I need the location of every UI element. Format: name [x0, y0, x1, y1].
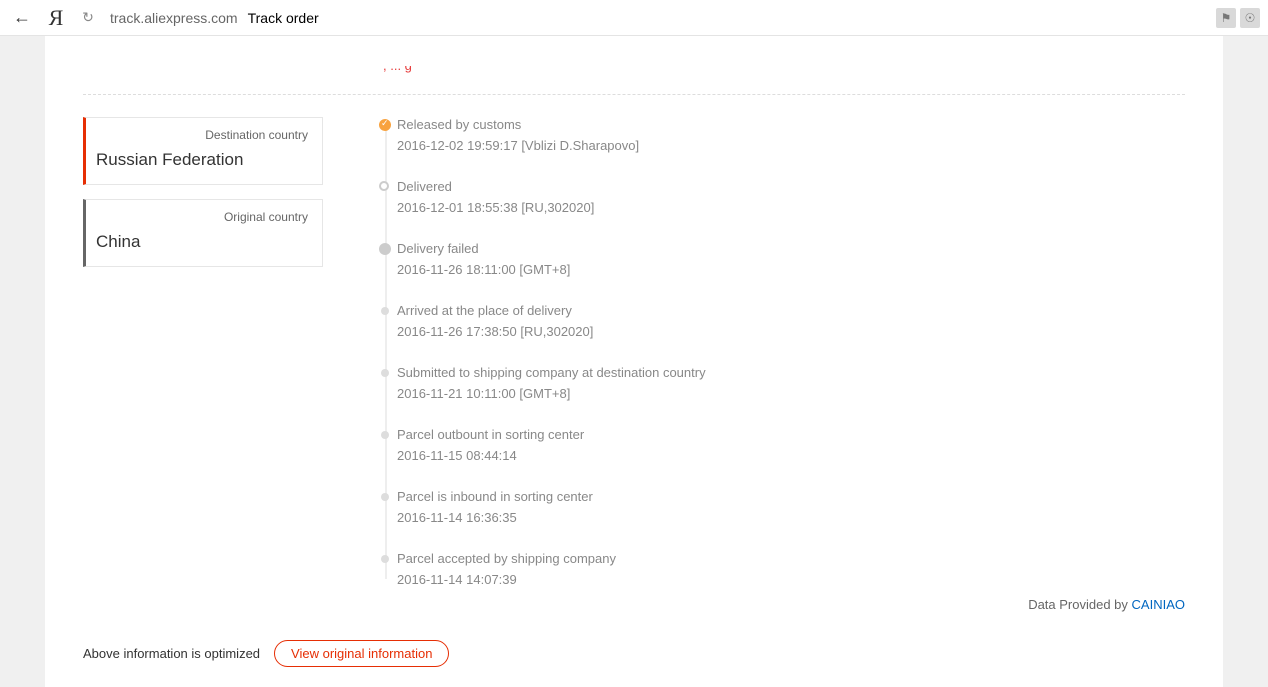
timeline-item: Delivery failed 2016-11-26 18:11:00 [GMT+…	[397, 241, 1185, 277]
yandex-logo-icon[interactable]: Я	[42, 5, 70, 31]
flag-icon[interactable]: ⚑	[1216, 8, 1236, 28]
timeline-dot-icon	[379, 181, 389, 191]
timeline-event-title: Parcel accepted by shipping company	[397, 551, 1185, 566]
timeline-event-time: 2016-11-14 14:07:39	[397, 572, 1185, 587]
browser-right-icons: ⚑ ☉	[1216, 8, 1260, 28]
timeline-event-time: 2016-11-26 18:11:00 [GMT+8]	[397, 262, 1185, 277]
original-country-card[interactable]: Original country China	[83, 199, 323, 267]
timeline-event-title: Arrived at the place of delivery	[397, 303, 1185, 318]
timeline-event-time: 2016-11-14 16:36:35	[397, 510, 1185, 525]
timeline-event-title: Submitted to shipping company at destina…	[397, 365, 1185, 380]
timeline-dot-icon	[379, 119, 391, 131]
destination-country-value: Russian Federation	[96, 150, 308, 170]
timeline-item: Released by customs 2016-12-02 19:59:17 […	[397, 117, 1185, 153]
cainiao-link[interactable]: CAINIAO	[1132, 597, 1185, 612]
timeline-item: Parcel accepted by shipping company 2016-…	[397, 551, 1185, 587]
address-bar[interactable]: track.aliexpress.com Track order	[110, 10, 319, 26]
timeline-dot-icon	[381, 555, 389, 563]
timeline-event-time: 2016-11-26 17:38:50 [RU,302020]	[397, 324, 1185, 339]
timeline-dot-icon	[381, 493, 389, 501]
timeline-event-time: 2016-12-02 19:59:17 [Vblizi D.Sharapovo]	[397, 138, 1185, 153]
timeline-event-title: Delivery failed	[397, 241, 1185, 256]
destination-country-card[interactable]: Destination country Russian Federation	[83, 117, 323, 185]
page-title: Track order	[248, 10, 319, 26]
browser-bar: ← Я ↻ track.aliexpress.com Track order ⚑…	[0, 0, 1268, 36]
view-original-button[interactable]: View original information	[274, 640, 449, 667]
timeline-item: Delivered 2016-12-01 18:55:38 [RU,302020]	[397, 179, 1185, 215]
shipment-timeline: Released by customs 2016-12-02 19:59:17 […	[379, 117, 1185, 587]
footer-row: Above information is optimized View orig…	[83, 640, 1185, 667]
timeline-column: Released by customs 2016-12-02 19:59:17 […	[323, 117, 1185, 612]
page-panel: , ... g Destination country Russian Fede…	[45, 36, 1223, 687]
globe-icon[interactable]: ☉	[1240, 8, 1260, 28]
timeline-item: Parcel is inbound in sorting center 2016-…	[397, 489, 1185, 525]
destination-country-label: Destination country	[96, 128, 308, 142]
cutoff-text: , ... g	[383, 66, 1185, 76]
reload-icon[interactable]: ↻	[76, 9, 100, 26]
original-country-value: China	[96, 232, 308, 252]
timeline-event-title: Delivered	[397, 179, 1185, 194]
timeline-event-title: Parcel is inbound in sorting center	[397, 489, 1185, 504]
timeline-dot-icon	[381, 307, 389, 315]
timeline-dot-icon	[381, 369, 389, 377]
timeline-item: Submitted to shipping company at destina…	[397, 365, 1185, 401]
back-icon[interactable]: ←	[8, 7, 36, 28]
country-column: Destination country Russian Federation O…	[83, 117, 323, 281]
timeline-event-time: 2016-11-15 08:44:14	[397, 448, 1185, 463]
data-provided-text: Data Provided by	[1028, 597, 1131, 612]
timeline-item: Parcel outbount in sorting center 2016-11…	[397, 427, 1185, 463]
timeline-dot-icon	[381, 431, 389, 439]
timeline-dot-icon	[379, 243, 391, 255]
data-provided: Data Provided by CAINIAO	[379, 597, 1185, 612]
timeline-item: Arrived at the place of delivery 2016-11-…	[397, 303, 1185, 339]
timeline-event-time: 2016-12-01 18:55:38 [RU,302020]	[397, 200, 1185, 215]
timeline-event-time: 2016-11-21 10:11:00 [GMT+8]	[397, 386, 1185, 401]
url-text: track.aliexpress.com	[110, 10, 238, 26]
separator	[83, 94, 1185, 95]
timeline-event-title: Parcel outbount in sorting center	[397, 427, 1185, 442]
original-country-label: Original country	[96, 210, 308, 224]
timeline-event-title: Released by customs	[397, 117, 1185, 132]
